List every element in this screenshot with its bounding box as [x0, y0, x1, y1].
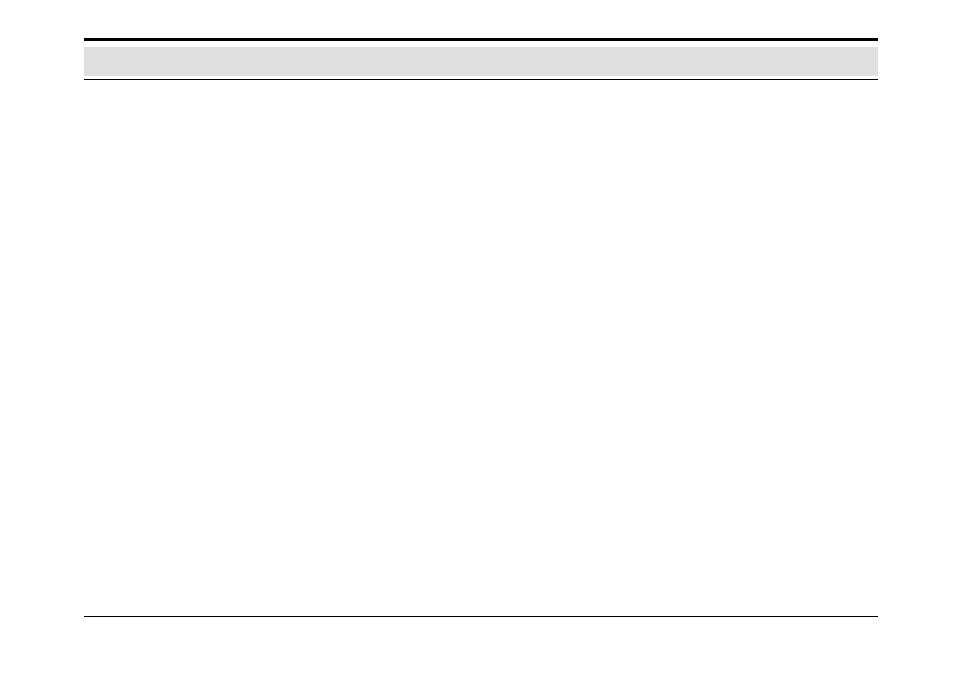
header-underline	[84, 79, 878, 80]
page-header	[84, 38, 878, 80]
header-band	[84, 47, 878, 76]
footer-rule	[84, 616, 878, 617]
top-rule	[84, 38, 878, 41]
